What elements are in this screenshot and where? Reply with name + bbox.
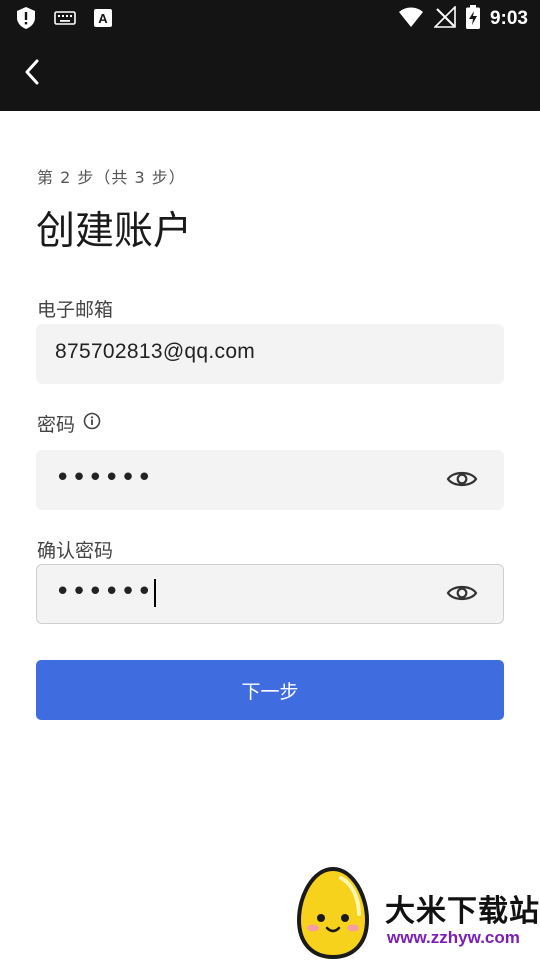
step-indicator: 第 2 步（共 3 步） <box>37 168 186 187</box>
password-label: 密码 <box>37 410 101 437</box>
shield-icon <box>16 6 36 34</box>
text-caret <box>154 578 157 607</box>
a-box-icon: A <box>94 9 112 31</box>
confirm-password-value: •••••• <box>55 577 157 607</box>
clock: 9:03 <box>489 8 528 29</box>
back-button[interactable] <box>24 58 60 90</box>
next-button[interactable]: 下一步 <box>36 660 504 720</box>
no-signal-icon <box>433 5 456 32</box>
email-label: 电子邮箱 <box>37 295 113 322</box>
eye-icon <box>446 468 478 494</box>
password-value: •••••• <box>55 463 154 493</box>
confirm-password-label: 确认密码 <box>37 536 113 563</box>
chevron-left-icon <box>24 59 40 89</box>
page-title: 创建账户 <box>36 209 193 254</box>
watermark-title: 大米下载站 <box>385 894 540 929</box>
rice-mascot-logo <box>295 866 371 960</box>
password-visibility-toggle[interactable] <box>445 465 479 497</box>
wifi-icon <box>398 6 424 32</box>
keyboard-icon <box>54 10 76 30</box>
email-label-text: 电子邮箱 <box>37 299 114 321</box>
battery-charging-icon <box>465 5 480 33</box>
confirm-password-dots: •••••• <box>55 577 154 607</box>
watermark: 大米下载站 www.zzhyw.com <box>295 862 540 960</box>
watermark-url: www.zzhyw.com <box>387 928 520 947</box>
eye-icon <box>446 582 478 608</box>
info-circle-icon[interactable] <box>83 412 101 435</box>
confirm-password-label-text: 确认密码 <box>37 540 114 562</box>
status-bar: A 9:03 <box>0 0 540 36</box>
email-field[interactable]: 875702813@qq.com <box>36 324 504 384</box>
confirm-password-visibility-toggle[interactable] <box>445 579 479 611</box>
password-field[interactable]: •••••• <box>36 450 504 510</box>
email-value: 875702813@qq.com <box>55 340 256 363</box>
app-bar <box>0 36 540 111</box>
svg-text:A: A <box>98 11 108 26</box>
password-label-text: 密码 <box>37 414 76 436</box>
confirm-password-field[interactable]: •••••• <box>36 564 504 624</box>
